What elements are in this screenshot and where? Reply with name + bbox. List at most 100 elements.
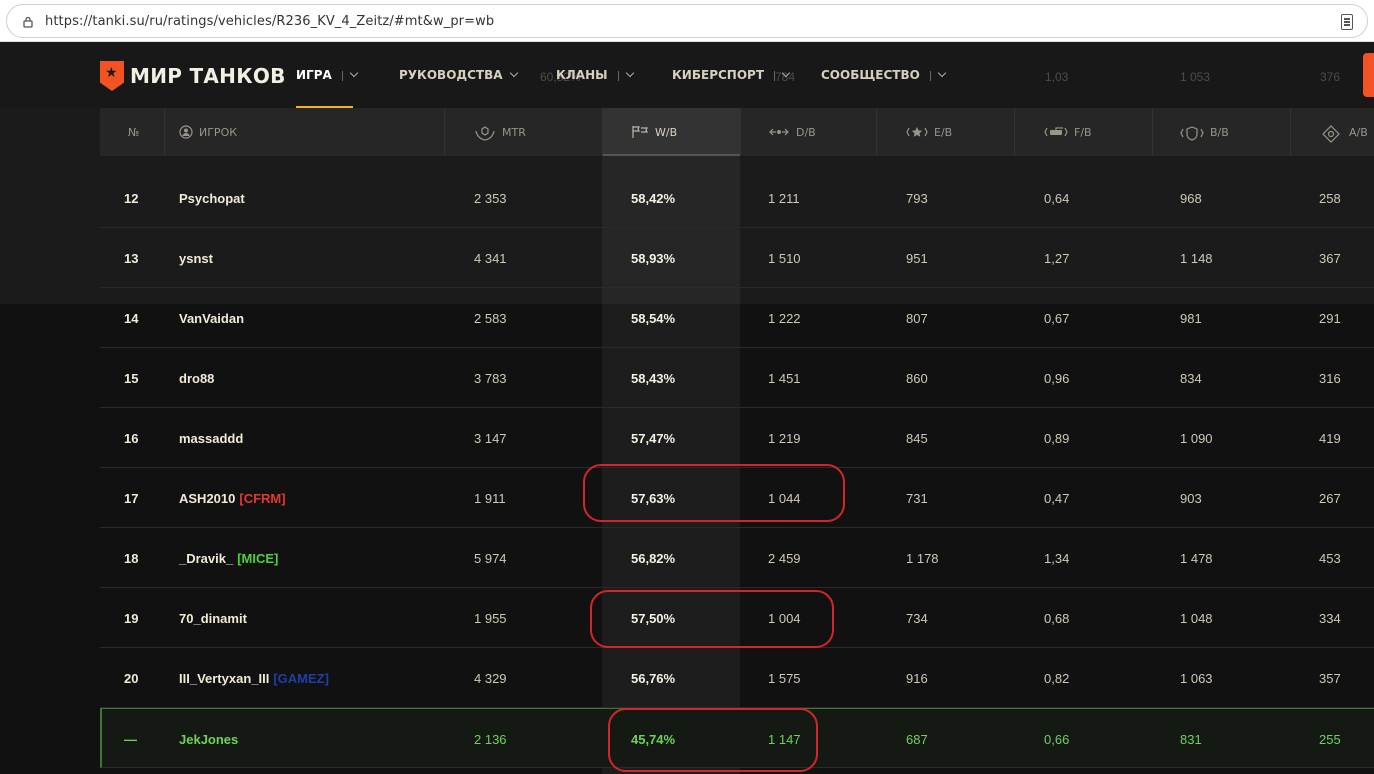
column-header-bb[interactable]: B/B [1180,108,1229,156]
cell-db: 1 451 [768,348,801,408]
cell-player[interactable]: JekJones [179,709,238,769]
cell-rank: 13 [124,228,138,288]
cell-value: 4 341 [474,250,507,266]
column-header-fb[interactable]: F/B [1044,108,1092,156]
cell-player[interactable]: ysnst [179,228,213,288]
cell-value: 0,67 [1044,310,1070,326]
cell-value: 793 [906,190,928,206]
nav-label: СООБЩЕСТВО [821,68,920,82]
table-row[interactable]: 13 ysnst 4 341 58,93% 1 510 951 1,27 1 148 367 [100,228,1374,288]
cell-player[interactable]: _Dravik_ [MICE] [179,528,278,588]
clan-tag[interactable]: [MICE] [237,551,278,566]
cell-rank: 14 [124,288,138,348]
column-divider [602,108,603,156]
cell-rank: 15 [124,348,138,408]
url-text[interactable]: https://tanki.su/ru/ratings/vehicles/R23… [45,14,494,29]
clan-tag[interactable]: [CFRM] [239,491,285,506]
play-button[interactable] [1363,53,1374,97]
cell-ab: 357 [1319,648,1341,708]
cell-value: 1 510 [768,250,801,266]
nav-active-indicator [296,106,353,108]
cell-value: 1 048 [1180,610,1213,626]
site-logo[interactable]: МИР ТАНКОВ [100,61,286,91]
annotation-circle [590,590,834,648]
cell-eb: 1 178 [906,528,939,588]
chevron-down-icon [509,68,518,78]
cell-db: 1 510 [768,228,801,288]
table-row[interactable]: 18 _Dravik_ [MICE] 5 974 56,82% 2 459 1 178 1,3… [100,528,1374,588]
cell-value: — [124,731,137,747]
reader-mode-icon[interactable] [1341,14,1353,30]
cell-value: 255 [1319,731,1341,747]
nav-game[interactable]: ИГРА [296,68,359,82]
cell-player[interactable]: dro88 [179,348,214,408]
cell-eb: 687 [906,709,928,769]
table-row[interactable]: 20 III_Vertyxan_III [GAMEZ] 4 329 56,76% 1 57… [100,648,1374,708]
cell-value: 1,34 [1044,550,1070,566]
cell-value: 687 [906,731,928,747]
cell-value: 4 329 [474,670,507,686]
table-row[interactable]: 12 Psychopat 2 353 58,42% 1 211 793 0,64 968 258 [100,168,1374,228]
nav-label: КЛАНЫ [556,68,608,82]
damage-icon [768,125,790,139]
experience-icon [906,125,928,139]
table-row[interactable]: 15 dro88 3 783 58,43% 1 451 860 0,96 834 316 [100,348,1374,408]
table-row[interactable]: 16 massaddd 3 147 57,47% 1 219 845 0,89 1 090 41… [100,408,1374,468]
nav-guides[interactable]: РУКОВОДСТВА [399,68,518,82]
nav-esports[interactable]: КИБЕРСПОРТ [672,68,791,82]
cell-mtr: 1 955 [474,588,507,648]
column-header-wb[interactable]: W/B [631,108,677,156]
annotation-circle [583,464,845,522]
cell-value: 731 [906,490,928,506]
cell-player[interactable]: III_Vertyxan_III [GAMEZ] [179,648,329,708]
cell-value: 58,42% [631,190,676,206]
cell-value: 831 [1180,731,1202,747]
nav-label: КИБЕРСПОРТ [672,68,765,82]
column-header-db[interactable]: D/B [768,108,816,156]
cell-fb: 0,64 [1044,168,1069,228]
column-label: № [128,125,140,139]
cell-value: 17 [124,490,139,506]
cell-player[interactable]: VanVaidan [179,288,244,348]
cell-value: 1 955 [474,610,507,626]
player-name: dro88 [179,370,215,386]
browser-bar: https://tanki.su/ru/ratings/vehicles/R23… [0,0,1374,42]
cell-value: 2 583 [474,310,507,326]
cell-wb: 58,42% [631,168,675,228]
ghost-value: 1,03 [1045,70,1069,84]
table-row[interactable]: 14 VanVaidan 2 583 58,54% 1 222 807 0,67 981 291 [100,288,1374,348]
cell-eb: 731 [906,468,928,528]
cell-value: 13 [124,250,139,266]
cell-ab: 316 [1319,348,1341,408]
column-header-mtr[interactable]: MTR [474,108,526,156]
column-header-rank[interactable]: № [128,108,139,156]
cell-value: 19 [124,610,139,626]
address-bar[interactable]: https://tanki.su/ru/ratings/vehicles/R23… [6,4,1368,38]
column-label: E/B [934,125,953,139]
cell-value: 20 [124,670,139,686]
cell-player[interactable]: ASH2010 [CFRM] [179,468,286,528]
cell-player[interactable]: massaddd [179,408,243,468]
cell-player[interactable]: Psychopat [179,168,245,228]
nav-label: РУКОВОДСТВА [399,68,503,82]
cell-value: 357 [1319,670,1341,686]
logo-text: МИР ТАНКОВ [130,64,286,88]
cell-bb: 1 063 [1180,648,1213,708]
cell-value: 56,76% [631,670,676,686]
column-header-eb[interactable]: E/B [906,108,952,156]
clan-tag[interactable]: [GAMEZ] [273,671,329,686]
nav-community[interactable]: СООБЩЕСТВО [821,68,947,82]
column-header-player[interactable]: ИГРОК [179,108,237,156]
divider [341,70,343,81]
blocked-icon [1180,125,1204,141]
cell-value: 1 478 [1180,550,1213,566]
cell-mtr: 4 329 [474,648,507,708]
cell-value: 0,47 [1044,490,1070,506]
cell-value: 15 [124,370,139,386]
column-header-ab[interactable]: A/B [1319,108,1368,156]
column-label: A/B [1349,125,1368,139]
cell-eb: 845 [906,408,928,468]
nav-clans[interactable]: КЛАНЫ [556,68,634,82]
cell-player[interactable]: 70_dinamit [179,588,247,648]
player-icon [179,125,193,139]
